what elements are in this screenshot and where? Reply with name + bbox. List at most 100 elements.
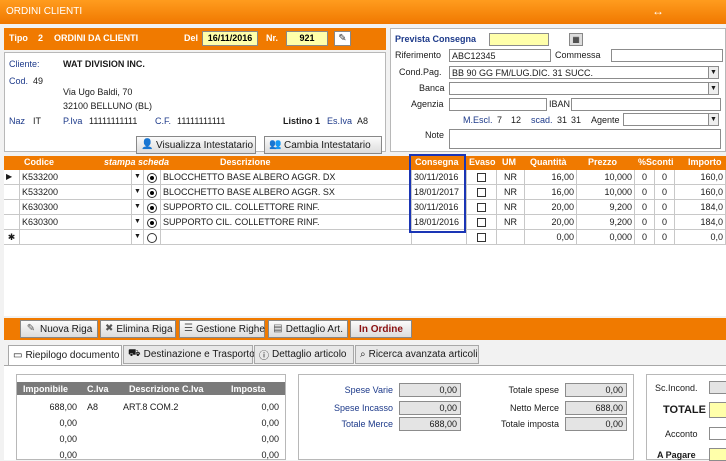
- descrizione-cell[interactable]: [161, 230, 412, 245]
- chevron-down-icon[interactable]: ▼: [132, 185, 144, 200]
- quantita-cell[interactable]: 0,00: [525, 230, 577, 245]
- sconto1-cell[interactable]: 0: [635, 215, 655, 230]
- chevron-down-icon[interactable]: ▼: [708, 114, 718, 125]
- radio-icon[interactable]: [147, 232, 157, 243]
- date-field[interactable]: 16/11/2016: [202, 31, 258, 46]
- quantita-cell[interactable]: 20,00: [525, 200, 577, 215]
- tab-destinazione[interactable]: ⛟ Destinazione e Trasporto: [123, 345, 255, 364]
- condpag-select[interactable]: BB 90 GG FM/LUG.DIC. 31 SUCC. ▼: [449, 66, 719, 79]
- table-row[interactable]: K533200 ▼ BLOCCHETTO BASE ALBERO AGGR. S…: [4, 185, 726, 200]
- quantita-cell[interactable]: 16,00: [525, 185, 577, 200]
- importo-cell[interactable]: 160,0: [675, 170, 726, 185]
- sconto1-cell[interactable]: 0: [635, 200, 655, 215]
- sconto1-cell[interactable]: 0: [635, 170, 655, 185]
- prezzo-cell[interactable]: 9,200: [577, 200, 635, 215]
- stampa-scheda-cell[interactable]: [144, 185, 161, 200]
- descrizione-cell[interactable]: BLOCCHETTO BASE ALBERO AGGR. SX: [161, 185, 412, 200]
- spese-incasso-field[interactable]: 0,00: [399, 401, 461, 415]
- col-quantita[interactable]: Quantità: [530, 157, 567, 167]
- evaso-cell[interactable]: [467, 185, 497, 200]
- descrizione-cell[interactable]: SUPPORTO CIL. COLLETTORE RINF.: [161, 200, 412, 215]
- checkbox-icon[interactable]: [477, 173, 486, 183]
- col-sconti[interactable]: %Sconti: [638, 157, 674, 167]
- calendar-icon[interactable]: ▦: [569, 33, 583, 46]
- tab-riepilogo[interactable]: ▭ Riepilogo documento: [8, 345, 122, 366]
- um-cell[interactable]: NR: [497, 200, 525, 215]
- importo-cell[interactable]: 0,0: [675, 230, 726, 245]
- radio-icon[interactable]: [147, 187, 157, 198]
- row-selector[interactable]: [4, 185, 20, 200]
- table-row[interactable]: K630300 ▼ SUPPORTO CIL. COLLETTORE RINF.…: [4, 200, 726, 215]
- checkbox-icon[interactable]: [477, 218, 486, 228]
- chevron-down-icon[interactable]: ▼: [708, 67, 718, 78]
- prezzo-cell[interactable]: 10,000: [577, 185, 635, 200]
- um-cell[interactable]: NR: [497, 185, 525, 200]
- evaso-cell[interactable]: [467, 170, 497, 185]
- nuova-riga-button[interactable]: ✎ Nuova Riga: [20, 320, 98, 338]
- tab-ricerca[interactable]: ⌕ Ricerca avanzata articoli: [355, 345, 479, 364]
- elimina-riga-button[interactable]: ✖ Elimina Riga: [100, 320, 176, 338]
- iban-field[interactable]: [571, 98, 721, 111]
- checkbox-icon[interactable]: [477, 203, 486, 213]
- acconto-field[interactable]: [709, 427, 726, 440]
- cambia-intestatario-button[interactable]: 👥 Cambia Intestatario: [264, 136, 382, 154]
- evaso-cell[interactable]: [467, 200, 497, 215]
- sconto1-cell[interactable]: 0: [635, 185, 655, 200]
- evaso-cell[interactable]: [467, 230, 497, 245]
- col-um[interactable]: UM: [502, 157, 516, 167]
- commessa-field[interactable]: [611, 49, 723, 62]
- resize-icon[interactable]: ↔: [652, 4, 664, 18]
- stampa-scheda-cell[interactable]: [144, 215, 161, 230]
- importo-cell[interactable]: 184,0: [675, 200, 726, 215]
- gestione-righe-button[interactable]: ☰ Gestione Righe: [179, 320, 265, 338]
- agenzia-field[interactable]: [449, 98, 547, 111]
- um-cell[interactable]: NR: [497, 215, 525, 230]
- in-ordine-button[interactable]: In Ordine: [350, 320, 412, 338]
- descrizione-cell[interactable]: SUPPORTO CIL. COLLETTORE RINF.: [161, 215, 412, 230]
- banca-select[interactable]: ▼: [449, 82, 719, 95]
- evaso-cell[interactable]: [467, 215, 497, 230]
- chevron-down-icon[interactable]: ▼: [132, 170, 144, 185]
- dettaglio-art-button[interactable]: ▤ Dettaglio Art.: [268, 320, 348, 338]
- stampa-scheda-cell[interactable]: [144, 200, 161, 215]
- spese-varie-field[interactable]: 0,00: [399, 383, 461, 397]
- sconto2-cell[interactable]: 0: [655, 215, 675, 230]
- radio-icon[interactable]: [147, 172, 157, 183]
- table-row[interactable]: K630300 ▼ SUPPORTO CIL. COLLETTORE RINF.…: [4, 215, 726, 230]
- new-table-row[interactable]: ✱ ▼ 0,00 0,000 0 0 0,0: [4, 230, 726, 245]
- chevron-down-icon[interactable]: ▼: [132, 215, 144, 230]
- edit-number-icon[interactable]: ✎: [334, 31, 351, 46]
- importo-cell[interactable]: 160,0: [675, 185, 726, 200]
- radio-icon[interactable]: [147, 217, 157, 228]
- radio-icon[interactable]: [147, 202, 157, 213]
- visualizza-intestatario-button[interactable]: 👤 Visualizza Intestatario: [136, 136, 256, 154]
- descrizione-cell[interactable]: BLOCCHETTO BASE ALBERO AGGR. DX: [161, 170, 412, 185]
- quantita-cell[interactable]: 16,00: [525, 170, 577, 185]
- number-field[interactable]: 921: [286, 31, 328, 46]
- col-prezzo[interactable]: Prezzo: [588, 157, 617, 167]
- quantita-cell[interactable]: 20,00: [525, 215, 577, 230]
- codice-cell[interactable]: K533200: [20, 170, 132, 185]
- col-evaso[interactable]: Evaso: [469, 157, 496, 167]
- stampa-scheda-cell[interactable]: [144, 170, 161, 185]
- col-codice[interactable]: Codice: [24, 157, 54, 167]
- row-selector[interactable]: [4, 215, 20, 230]
- note-field[interactable]: [449, 129, 721, 149]
- checkbox-icon[interactable]: [477, 188, 486, 198]
- codice-cell[interactable]: [20, 230, 132, 245]
- prevista-consegna-field[interactable]: [489, 33, 549, 46]
- um-cell[interactable]: [497, 230, 525, 245]
- tab-dettaglio[interactable]: ⓘ Dettaglio articolo: [254, 345, 354, 364]
- chevron-down-icon[interactable]: ▼: [708, 83, 718, 94]
- sconto1-cell[interactable]: 0: [635, 230, 655, 245]
- prezzo-cell[interactable]: 9,200: [577, 215, 635, 230]
- col-descrizione[interactable]: Descrizione: [220, 157, 271, 167]
- sc-incond-field[interactable]: [709, 381, 726, 394]
- sconto2-cell[interactable]: 0: [655, 170, 675, 185]
- agente-select[interactable]: ▼: [623, 113, 719, 126]
- table-row[interactable]: ▶ K533200 ▼ BLOCCHETTO BASE ALBERO AGGR.…: [4, 170, 726, 185]
- col-stampa-scheda[interactable]: stampa scheda: [104, 157, 169, 167]
- stampa-scheda-cell[interactable]: [144, 230, 161, 245]
- chevron-down-icon[interactable]: ▼: [132, 200, 144, 215]
- sconto2-cell[interactable]: 0: [655, 200, 675, 215]
